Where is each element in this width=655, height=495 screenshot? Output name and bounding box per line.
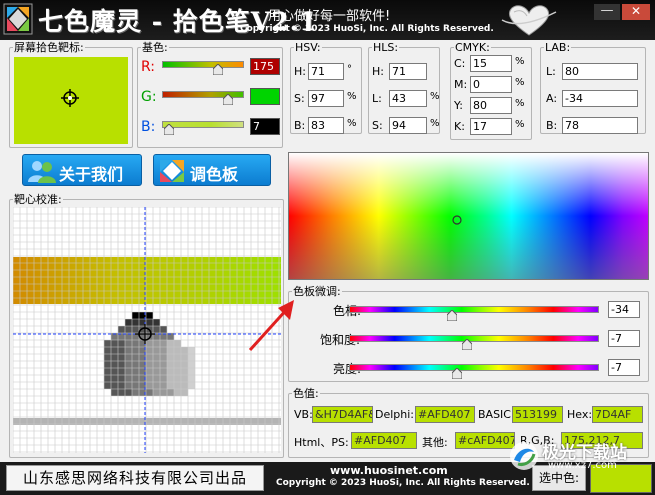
tune-value-2[interactable]: -7 [608,359,640,376]
cmyk-label-0: C: [454,57,466,70]
lab-label-2: B: [546,119,558,132]
app-logo-icon [3,3,33,35]
html-ps-value[interactable]: #AFD407 [351,432,417,449]
base-b-thumb[interactable] [164,124,174,135]
hsv-value-2[interactable]: 83 [308,117,344,134]
tune-thumb-0[interactable] [447,310,457,321]
hsv-label-1: S: [294,92,305,105]
cmyk-legend: CMYK: [455,41,490,54]
lab-legend: LAB: [545,41,571,54]
close-button[interactable]: ✕ [622,4,650,20]
lab-label-0: L: [546,65,556,78]
minimize-button[interactable]: — [594,4,620,20]
hsv-label-0: H: [294,65,306,78]
cmyk-value-0[interactable]: 15 [470,55,512,72]
crosshair-icon[interactable] [61,89,79,107]
base-g-thumb[interactable] [223,94,233,105]
base-g-label: G: [141,89,157,105]
basic-value[interactable]: 513199 [512,406,563,423]
hsv-label-2: B: [294,119,306,132]
hsv-unit-2: % [347,118,357,129]
copyright-text: Copyright © 2023 HuoSi, Inc. All Rights … [240,24,494,34]
tune-thumb-2[interactable] [452,368,462,379]
cmyk-unit-2: % [515,98,525,109]
company-name: 山东感思网络科技有限公司出品 [6,465,264,491]
lab-value-0[interactable]: 80 [562,63,638,80]
website-url[interactable]: www.huosinet.com [330,464,448,477]
spectrum-cursor-icon[interactable] [451,214,463,226]
base-b-value[interactable]: 7 [250,118,280,135]
footer-copyright: Copyright © 2023 HuoSi, Inc. All Rights … [276,478,530,488]
palette-icon [160,160,184,182]
lab-label-1: A: [546,92,558,105]
base-color-legend: 基色: [142,41,168,54]
tune-track-0[interactable] [349,306,599,313]
hex-value[interactable]: 7D4AF [592,406,643,423]
slogan-text: 用心做好每一部软件! [268,9,391,24]
hls-label-2: S: [372,119,383,132]
title-bar: 七色魔灵 - 拾色笔V2.1 用心做好每一部软件! Copyright © 20… [0,0,655,40]
arrow-annotation-icon [248,300,294,352]
cmyk-value-2[interactable]: 80 [470,97,512,114]
cmyk-label-1: M: [454,78,468,91]
basic-label: BASIC: [478,408,515,421]
color-values-legend: 色值: [293,387,319,400]
tune-value-1[interactable]: -7 [608,330,640,347]
base-r-value[interactable]: 175 [250,58,280,75]
other-value[interactable]: #cAFD407 [455,432,515,449]
hls-legend: HLS: [373,41,399,54]
hls-label-0: H: [372,65,384,78]
screen-target-legend: 屏幕拾色靶标: [14,41,84,54]
hls-value-1[interactable]: 43 [389,90,427,107]
calibration-legend: 靶心校准: [14,193,62,206]
hsv-value-0[interactable]: 71 [308,63,344,80]
hls-value-2[interactable]: 94 [389,117,427,134]
hls-unit-2: % [430,118,440,129]
hex-label: Hex: [567,408,593,421]
delphi-label: Delphi: [375,408,415,421]
html-ps-label: Html、PS: [294,436,349,449]
palette-button[interactable]: 调色板 [153,154,271,186]
lab-value-2[interactable]: 78 [562,117,638,134]
vb-value[interactable]: &H7D4AF& [312,406,373,423]
about-us-label: 关于我们 [59,165,124,184]
base-r-thumb[interactable] [213,64,223,75]
color-spectrum[interactable] [288,152,649,280]
delphi-value[interactable]: #AFD407 [415,406,475,423]
lab-value-1[interactable]: -34 [562,90,638,107]
tune-value-0[interactable]: -34 [608,301,640,318]
hls-value-0[interactable]: 71 [389,63,427,80]
hls-label-1: L: [372,92,382,105]
watermark-sub: www.xz7.com [548,460,617,471]
about-us-button[interactable]: 关于我们 [22,154,142,186]
hls-unit-1: % [430,91,440,102]
tune-track-2[interactable] [349,364,599,371]
heart-icon [501,5,557,36]
base-b-label: B: [141,119,156,135]
other-label: 其他: [422,436,448,449]
tune-track-1[interactable] [349,335,599,342]
users-icon [28,161,56,183]
hsv-legend: HSV: [295,41,321,54]
cmyk-unit-3: % [515,119,525,130]
magnifier-grid[interactable] [13,207,281,453]
hsv-unit-0: ° [347,64,352,75]
watermark-logo-icon [510,442,538,470]
cmyk-value-3[interactable]: 17 [470,118,512,135]
tune-thumb-1[interactable] [462,339,472,350]
cmyk-label-2: Y: [454,99,463,112]
vb-label: VB: [294,408,313,421]
cmyk-label-3: K: [454,120,465,133]
base-g-value[interactable]: 212 [250,88,280,105]
palette-label: 调色板 [190,165,239,184]
base-r-track[interactable] [162,61,244,68]
base-r-label: R: [141,59,156,75]
watermark: 极光下载站 www.xz7.com [508,436,654,476]
cmyk-unit-1: % [515,77,525,88]
hsv-value-1[interactable]: 97 [308,90,344,107]
cmyk-unit-0: % [515,56,525,67]
base-b-track[interactable] [162,121,244,128]
cmyk-value-1[interactable]: 0 [470,76,512,93]
hsv-unit-1: % [347,91,357,102]
